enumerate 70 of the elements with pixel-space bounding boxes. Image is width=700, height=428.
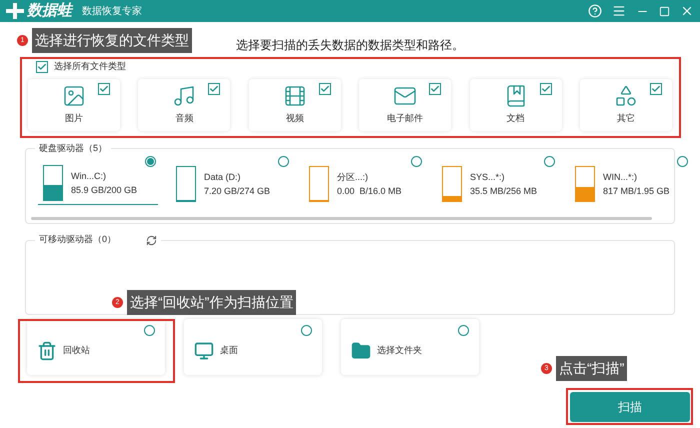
drive-item[interactable]: 分区...:) 0.00 B/16.0 MB bbox=[304, 155, 424, 205]
file-type-label: 文档 bbox=[506, 112, 525, 125]
image-file-icon bbox=[62, 84, 86, 108]
checkbox[interactable] bbox=[540, 83, 552, 95]
file-type-card[interactable]: 文档 bbox=[470, 79, 562, 131]
logo-icon bbox=[6, 3, 24, 19]
scan-button[interactable]: 扫描 bbox=[570, 392, 690, 422]
drive-usage: 85.9 GB/200 GB bbox=[71, 184, 138, 196]
file-type-card[interactable]: 视频 bbox=[248, 79, 341, 131]
location-label: 桌面 bbox=[220, 344, 238, 358]
audio-file-icon bbox=[172, 84, 196, 108]
video-file-icon bbox=[282, 84, 307, 108]
radio-button[interactable] bbox=[544, 156, 555, 167]
recycle-bin-icon bbox=[37, 341, 57, 361]
radio-button[interactable] bbox=[145, 156, 156, 167]
folder-icon bbox=[351, 341, 371, 361]
drive-item[interactable]: WIN...*:) 817 MB/1.95 GB bbox=[570, 155, 690, 205]
location-label: 选择文件夹 bbox=[377, 344, 422, 358]
drive-name: Data (D:) bbox=[204, 171, 242, 184]
drive-name: SYS...*:) bbox=[470, 171, 506, 184]
maximize-icon[interactable] bbox=[659, 6, 670, 16]
radio-button[interactable] bbox=[458, 325, 469, 336]
checkbox[interactable] bbox=[98, 83, 110, 95]
page-heading: 选择要扫描的丢失数据的数据类型和路径。 bbox=[236, 37, 464, 54]
file-type-card[interactable]: 电子邮件 bbox=[359, 79, 452, 131]
annotation-label: 点击“扫描” bbox=[556, 356, 628, 381]
file-type-card[interactable]: 音频 bbox=[138, 79, 230, 131]
location-card[interactable]: 选择文件夹 bbox=[341, 319, 479, 375]
checkbox[interactable] bbox=[429, 83, 442, 95]
drive-item[interactable]: Data (D:) 7.20 GB/274 GB bbox=[171, 155, 291, 205]
drive-usage: 817 MB/1.95 GB bbox=[603, 184, 670, 198]
file-type-card[interactable]: 其它 bbox=[580, 79, 672, 131]
checkbox[interactable] bbox=[318, 83, 331, 95]
desktop-icon bbox=[194, 341, 214, 361]
location-card[interactable]: 回收站 bbox=[27, 319, 165, 375]
drive-name: WIN...*:) bbox=[603, 171, 638, 184]
app-subtitle: 数据恢复专家 bbox=[82, 4, 142, 18]
drive-name: 分区...:) bbox=[337, 171, 369, 184]
radio-button[interactable] bbox=[144, 325, 155, 336]
radio-button[interactable] bbox=[278, 156, 289, 167]
radio-button[interactable] bbox=[677, 156, 688, 167]
annotation-label: 选择“回收站”作为扫描位置 bbox=[127, 290, 296, 315]
file-type-label: 音频 bbox=[175, 112, 194, 125]
location-label: 回收站 bbox=[63, 344, 90, 358]
file-type-label: 其它 bbox=[616, 112, 635, 125]
drive-name: Win...C:) bbox=[71, 170, 107, 183]
radio-button[interactable] bbox=[411, 156, 422, 167]
other-file-icon bbox=[614, 84, 638, 108]
annotation-label: 选择进行恢复的文件类型 bbox=[32, 28, 192, 53]
file-type-card[interactable]: 图片 bbox=[28, 79, 120, 131]
file-type-label: 图片 bbox=[65, 112, 83, 125]
location-card[interactable]: 桌面 bbox=[184, 319, 322, 375]
checkbox[interactable] bbox=[208, 83, 220, 95]
drive-item[interactable]: SYS...*:) 35.5 MB/256 MB bbox=[437, 155, 557, 205]
help-icon[interactable] bbox=[588, 4, 602, 18]
checkbox[interactable] bbox=[36, 61, 48, 73]
drive-usage: 0.00 B/16.0 MB bbox=[337, 184, 402, 198]
checkbox[interactable] bbox=[650, 83, 662, 95]
app-logo: 数据蛙 bbox=[27, 0, 72, 21]
menu-icon[interactable] bbox=[612, 4, 626, 18]
close-icon[interactable] bbox=[680, 4, 694, 18]
panel-title: 可移动驱动器（0） bbox=[39, 233, 116, 246]
drive-usage: 35.5 MB/256 MB bbox=[470, 184, 538, 198]
radio-button[interactable] bbox=[301, 325, 312, 336]
refresh-icon[interactable] bbox=[146, 234, 158, 246]
file-type-label: 电子邮件 bbox=[387, 112, 424, 125]
drive-usage: 7.20 GB/274 GB bbox=[204, 184, 270, 198]
file-type-label: 视频 bbox=[286, 112, 304, 125]
select-all-label: 选择所有文件类型 bbox=[54, 60, 126, 74]
scrollbar[interactable] bbox=[31, 217, 652, 220]
